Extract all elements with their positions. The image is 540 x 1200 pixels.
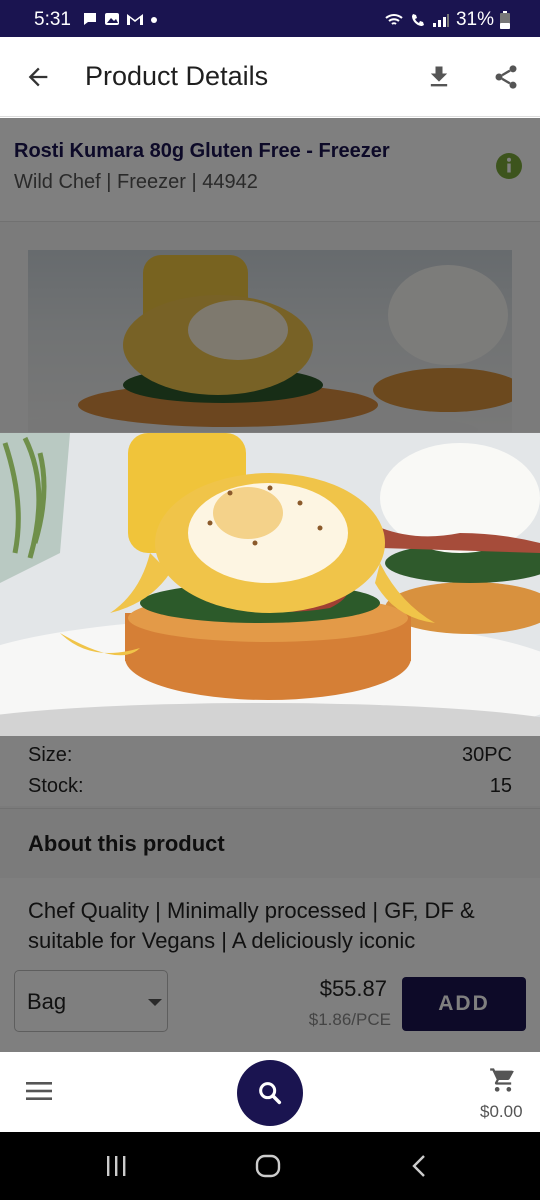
search-icon [259, 1082, 282, 1105]
wifi-calling-icon [385, 14, 403, 25]
dot-icon [151, 17, 157, 23]
share-icon[interactable] [492, 63, 520, 91]
purchase-bar-dim [0, 956, 540, 1052]
search-button[interactable] [237, 1060, 303, 1126]
status-time: 5:31 [34, 9, 71, 30]
notification-icons [82, 11, 158, 27]
system-nav-bar [0, 1132, 540, 1200]
battery-icon [500, 11, 510, 29]
cart-icon[interactable] [489, 1066, 517, 1094]
cart-total[interactable]: $0.00 [480, 1102, 523, 1122]
page-title: Product Details [85, 61, 269, 91]
app-bar: Product Details [0, 37, 540, 117]
arrow-back-icon[interactable] [24, 63, 52, 91]
bottom-nav: $0.00 [0, 1052, 540, 1132]
call-icon [411, 14, 424, 26]
signal-icon [432, 14, 449, 27]
gmail-icon [127, 14, 143, 25]
image-icon [105, 13, 119, 25]
battery-percent: 31% [455, 9, 494, 30]
menu-icon[interactable] [26, 1081, 52, 1101]
status-bar: 5:31 31% [0, 0, 540, 37]
system-icons: 31% [384, 9, 510, 31]
back-icon[interactable] [408, 1154, 432, 1178]
chat-bubble-icon [84, 13, 96, 25]
enlarged-product-image[interactable] [0, 433, 540, 736]
download-icon[interactable] [425, 63, 453, 91]
recent-apps-icon[interactable] [104, 1154, 128, 1178]
home-icon[interactable] [255, 1154, 281, 1178]
